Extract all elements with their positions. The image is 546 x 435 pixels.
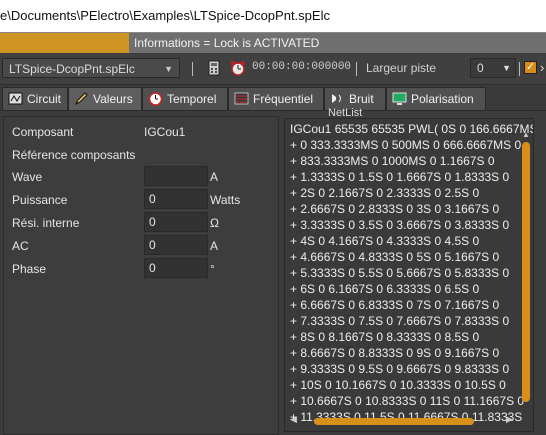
ac-field[interactable]: 0 (144, 235, 208, 255)
power-label: Puissance (12, 193, 68, 207)
wave-unit: A (210, 170, 219, 184)
scroll-right-icon[interactable]: ▶ (506, 414, 513, 425)
ac-label: AC (12, 239, 29, 253)
netlist-line: + 8S 0 8.1667S 0 8.3333S 0 8.5S 0 (290, 330, 480, 344)
netlist-line: + 4.6667S 0 4.8333S 0 5S 0 5.1667S 0 (290, 250, 500, 264)
netlist-line: + 1.3333S 0 1.5S 0 1.6667S 0 1.8333S 0 (290, 170, 510, 184)
file-select-value: LTSpice-DcopPnt.spElc (9, 62, 135, 76)
netlist-line: + 3.3333S 0 3.5S 0 3.6667S 0 3.8333S 0 (290, 218, 510, 232)
power-field[interactable]: 0 (144, 189, 208, 209)
info-text: Informations = Lock is ACTIVATED (134, 36, 320, 50)
phase-label: Phase (12, 262, 47, 276)
chevron-down-icon: ▼ (164, 64, 173, 74)
tab-circuit[interactable]: Circuit (2, 87, 68, 110)
circuit-icon (8, 92, 23, 105)
netlist-line: + 9.3333S 0 9.5S 0 9.6667S 0 9.8333S 0 (290, 362, 510, 376)
more-icon[interactable]: › (540, 60, 544, 75)
track-width-select[interactable]: 0 ▼ (470, 58, 516, 78)
netlist-line: + 8.6667S 0 8.8333S 0 9S 0 9.1667S 0 (290, 346, 500, 360)
time-display: 00:00:00:000000 (252, 61, 352, 73)
tab-label: Polarisation (411, 92, 474, 106)
netlist-line: + 833.3333MS 0 1000MS 0 1.1667S 0 (290, 154, 495, 168)
tab-label: Temporel (167, 92, 217, 106)
netlist-line: + 6.6667S 0 6.8333S 0 7S 0 7.1667S 0 (290, 298, 500, 312)
option-checkbox[interactable]: ✓ (524, 61, 537, 74)
netlist-textarea[interactable]: IGCou1 65535 65535 PWL( 0S 0 166.6667MS … (284, 118, 534, 432)
phase-field[interactable]: 0 (144, 258, 208, 278)
power-unit: Watts (210, 193, 241, 207)
toolbar: LTSpice-DcopPnt.spElc ▼ 00:00:00:000000 … (0, 54, 546, 85)
scrollbar-thumb[interactable] (314, 418, 474, 425)
tab-valeurs[interactable]: Valeurs (68, 87, 142, 110)
component-panel: Composant IGCou1 Référence composants Wa… (3, 116, 279, 435)
netlist-line: + 10.6667S 0 10.8333S 0 11S 0 11.1667S 0 (290, 394, 525, 408)
tab-temporel[interactable]: Temporel (142, 87, 228, 110)
netlist-horizontal-scrollbar[interactable]: ◀ ▶ (288, 414, 520, 428)
netlist-vertical-scrollbar[interactable]: ▲ (520, 130, 532, 412)
tab-label: Fréquentiel (253, 92, 314, 106)
netlist-line: + 10S 0 10.1667S 0 10.3333S 0 10.5S 0 (290, 378, 506, 392)
scroll-up-icon[interactable]: ▲ (522, 130, 530, 139)
netlist-line: + 7.3333S 0 7.5S 0 7.6667S 0 7.8333S 0 (290, 314, 510, 328)
file-select[interactable]: LTSpice-DcopPnt.spElc ▼ (2, 58, 180, 78)
scroll-left-icon[interactable]: ◀ (290, 414, 297, 425)
noise-icon (332, 94, 341, 103)
wave-field[interactable] (144, 166, 208, 186)
clock-icon (148, 92, 163, 106)
scrollbar-thumb[interactable] (522, 142, 530, 402)
frequency-icon (234, 92, 249, 105)
tab-polarisation[interactable]: Polarisation (386, 87, 486, 110)
window-title: e\Documents\PElectro\Examples\LTSpice-Dc… (0, 0, 546, 32)
tab-label: Valeurs (93, 92, 133, 106)
component-value: IGCou1 (144, 125, 186, 139)
internal-resistance-label: Rési. interne (12, 216, 80, 230)
track-width-value: 0 (477, 61, 484, 75)
monitor-icon (392, 92, 407, 105)
netlist-line: + 5.3333S 0 5.5S 0 5.6667S 0 5.8333S 0 (290, 266, 510, 280)
internal-resistance-field[interactable]: 0 (144, 212, 208, 232)
phase-unit: ° (210, 262, 215, 276)
pencil-icon (74, 92, 88, 106)
tab-frequentiel[interactable]: Fréquentiel (228, 87, 324, 110)
internal-resistance-unit: Ω (210, 216, 219, 230)
info-accent (0, 33, 129, 53)
netlist-line: + 4S 0 4.1667S 0 4.3333S 0 4.5S 0 (290, 234, 480, 248)
tab-label: Bruit (349, 92, 374, 106)
divider (356, 62, 357, 76)
track-width-label: Largeur piste (366, 61, 437, 75)
alarm-clock-icon[interactable] (230, 60, 246, 76)
chevron-down-icon: ▼ (502, 63, 511, 73)
netlist-line: + 2.6667S 0 2.8333S 0 3S 0 3.1667S 0 (290, 202, 500, 216)
divider (192, 62, 193, 76)
netlist-line: + 0 333.3333MS 0 500MS 0 666.6667MS 0 (290, 138, 522, 152)
wave-label: Wave (12, 170, 43, 184)
tab-label: Circuit (27, 92, 62, 106)
divider (519, 62, 520, 76)
tab-bar: Circuit Valeurs Temporel Fréquentiel Bru… (0, 86, 546, 110)
netlist-line: + 2S 0 2.1667S 0 2.3333S 0 2.5S 0 (290, 186, 480, 200)
reference-label: Référence composants (12, 148, 136, 162)
info-bar: Informations = Lock is ACTIVATED (0, 32, 546, 53)
calculator-icon[interactable] (206, 60, 222, 76)
ac-unit: A (210, 239, 219, 253)
netlist-line: IGCou1 65535 65535 PWL( 0S 0 166.6667MS (290, 122, 534, 136)
component-label: Composant (12, 125, 74, 139)
netlist-line: + 6S 0 6.1667S 0 6.3333S 0 6.5S 0 (290, 282, 480, 296)
